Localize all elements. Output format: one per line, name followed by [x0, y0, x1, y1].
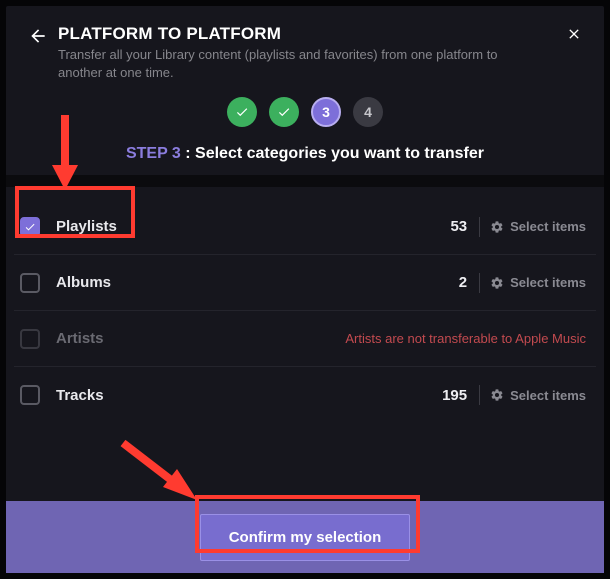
category-count: 195 [442, 387, 467, 404]
category-error: Artists are not transferable to Apple Mu… [345, 331, 586, 346]
step-2-done[interactable] [269, 97, 299, 127]
checkbox-tracks[interactable] [20, 385, 40, 405]
gear-icon [490, 388, 504, 402]
close-icon [566, 26, 582, 42]
step-4-upcoming[interactable]: 4 [353, 97, 383, 127]
step-heading: STEP 3 : Select categories you want to t… [6, 145, 604, 163]
modal-title: PLATFORM TO PLATFORM [58, 24, 556, 44]
arrow-left-icon [28, 26, 48, 46]
select-items-button[interactable]: Select items [490, 388, 586, 403]
step-prefix: STEP 3 [126, 145, 181, 162]
category-label: Albums [56, 274, 459, 291]
select-items-label: Select items [510, 388, 586, 403]
select-items-label: Select items [510, 275, 586, 290]
select-items-button[interactable]: Select items [490, 275, 586, 290]
category-row-albums: Albums 2 Select items [14, 255, 596, 311]
check-icon [277, 105, 291, 119]
vertical-separator [479, 385, 480, 405]
check-icon [24, 221, 36, 233]
section-divider [6, 175, 604, 187]
back-button[interactable] [28, 26, 48, 51]
vertical-separator [479, 217, 480, 237]
gear-icon [490, 276, 504, 290]
category-list: Playlists 53 Select items Albums 2 Selec… [6, 187, 604, 423]
category-count: 2 [459, 274, 467, 291]
category-row-artists: Artists Artists are not transferable to … [14, 311, 596, 367]
category-label: Tracks [56, 387, 442, 404]
vertical-separator [479, 273, 480, 293]
footer-bar: Confirm my selection [6, 501, 604, 573]
select-items-button[interactable]: Select items [490, 219, 586, 234]
gear-icon [490, 220, 504, 234]
modal-header: PLATFORM TO PLATFORM Transfer all your L… [6, 6, 604, 91]
category-row-tracks: Tracks 195 Select items [14, 367, 596, 423]
transfer-modal: PLATFORM TO PLATFORM Transfer all your L… [6, 6, 604, 573]
category-label: Artists [56, 330, 345, 347]
modal-subtitle: Transfer all your Library content (playl… [58, 46, 518, 81]
checkbox-artists[interactable] [20, 329, 40, 349]
category-row-playlists: Playlists 53 Select items [14, 199, 596, 255]
step-3-current[interactable]: 3 [311, 97, 341, 127]
confirm-button[interactable]: Confirm my selection [200, 514, 411, 561]
category-count: 53 [450, 218, 467, 235]
select-items-label: Select items [510, 219, 586, 234]
header-text: PLATFORM TO PLATFORM Transfer all your L… [58, 24, 556, 81]
check-icon [235, 105, 249, 119]
step-suffix: : Select categories you want to transfer [181, 145, 484, 162]
checkbox-albums[interactable] [20, 273, 40, 293]
stepper: 3 4 [6, 97, 604, 127]
category-label: Playlists [56, 218, 450, 235]
checkbox-playlists[interactable] [20, 217, 40, 237]
step-1-done[interactable] [227, 97, 257, 127]
close-button[interactable] [566, 26, 582, 47]
